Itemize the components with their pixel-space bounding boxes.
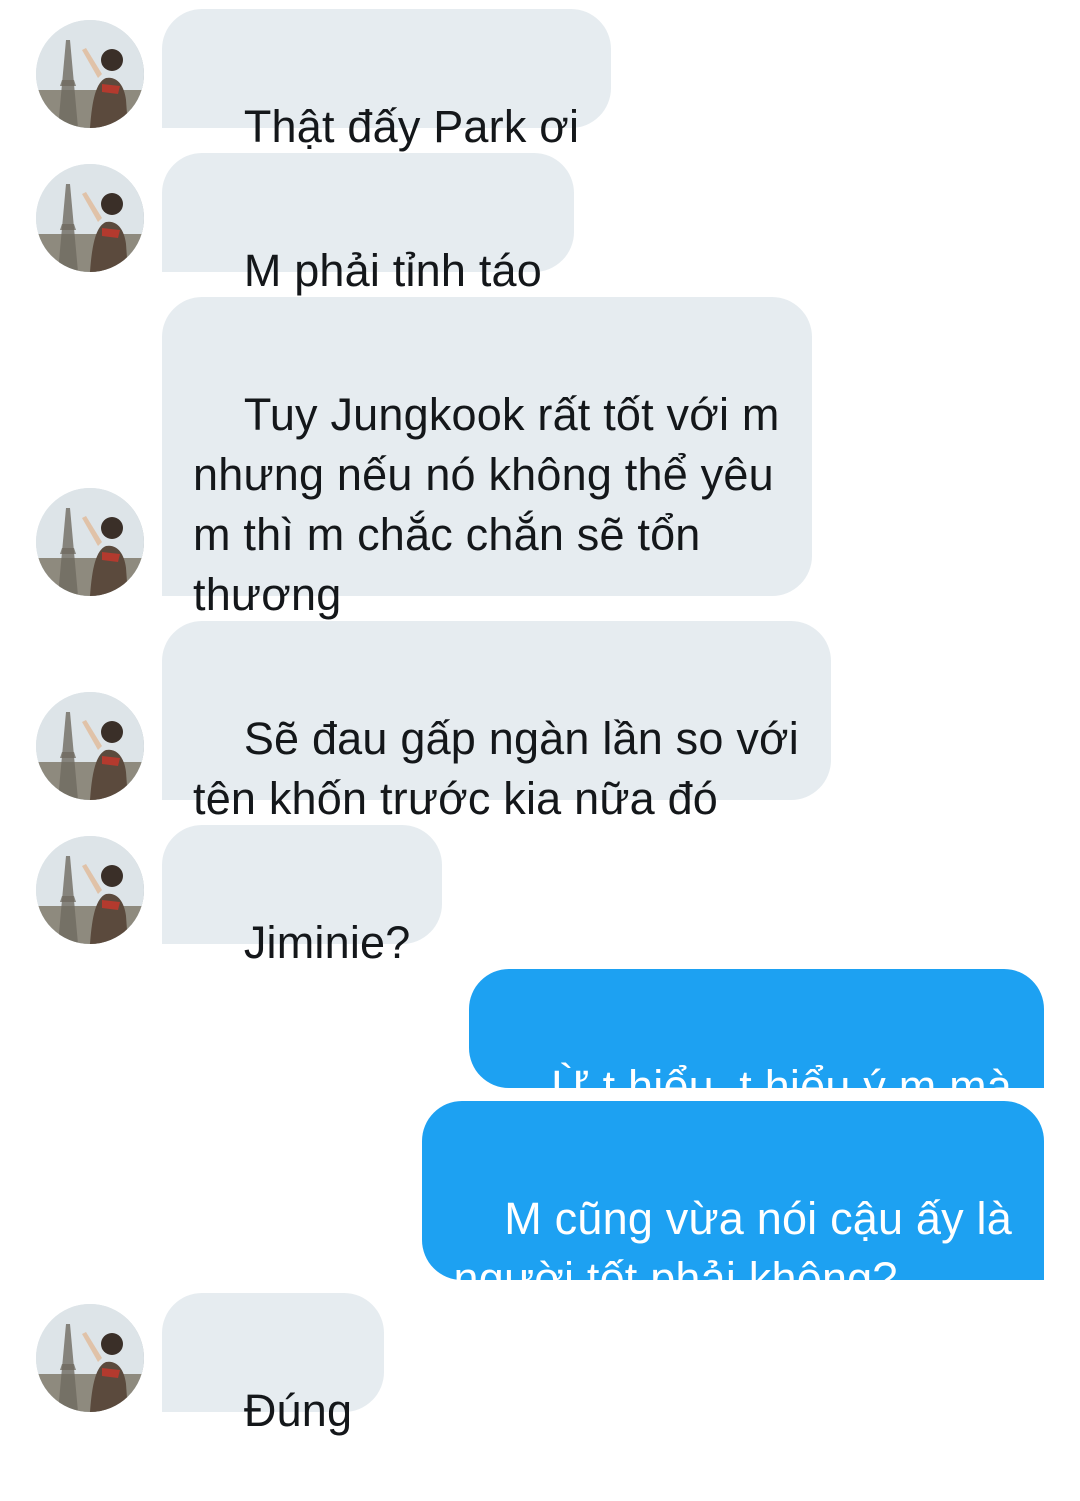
- message-text: Tuy Jungkook rất tốt với m nhưng nếu nó …: [193, 389, 780, 620]
- message-bubble-received[interactable]: Jiminie?: [162, 825, 443, 968]
- message-bubble-received[interactable]: Đúng: [162, 1293, 385, 1436]
- user-avatar-photo-icon: [36, 164, 144, 272]
- avatar[interactable]: [36, 1304, 144, 1412]
- message-text: Jiminie?: [243, 917, 411, 968]
- user-avatar-photo-icon: [36, 1304, 144, 1412]
- message-text: M cũng vừa nói cậu ấy là người tốt phải …: [453, 1193, 1012, 1304]
- message-text: Sẽ đau gấp ngàn lần so với tên khốn trướ…: [193, 713, 799, 824]
- message-text: Đúng: [243, 1385, 353, 1436]
- avatar[interactable]: [36, 836, 144, 944]
- message-bubble-sent[interactable]: Ừ t hiểu, t hiểu ý m mà: [469, 969, 1044, 1112]
- avatar[interactable]: [36, 164, 144, 272]
- message-bubble-received[interactable]: M phải tỉnh táo: [162, 153, 574, 296]
- message-text: M phải tỉnh táo: [243, 245, 542, 296]
- avatar[interactable]: [36, 692, 144, 800]
- message-bubble-received[interactable]: Sẽ đau gấp ngàn lần so với tên khốn trướ…: [162, 621, 831, 824]
- message-bubble-sent[interactable]: M cũng vừa nói cậu ấy là người tốt phải …: [422, 1101, 1044, 1304]
- user-avatar-photo-icon: [36, 836, 144, 944]
- user-avatar-photo-icon: [36, 20, 144, 128]
- user-avatar-photo-icon: [36, 488, 144, 596]
- message-bubble-received[interactable]: Thật đấy Park ơi: [162, 9, 612, 152]
- message-bubble-received[interactable]: Tuy Jungkook rất tốt với m nhưng nếu nó …: [162, 297, 812, 620]
- avatar[interactable]: [36, 488, 144, 596]
- user-avatar-photo-icon: [36, 692, 144, 800]
- message-text: Thật đấy Park ơi: [243, 101, 580, 152]
- avatar[interactable]: [36, 20, 144, 128]
